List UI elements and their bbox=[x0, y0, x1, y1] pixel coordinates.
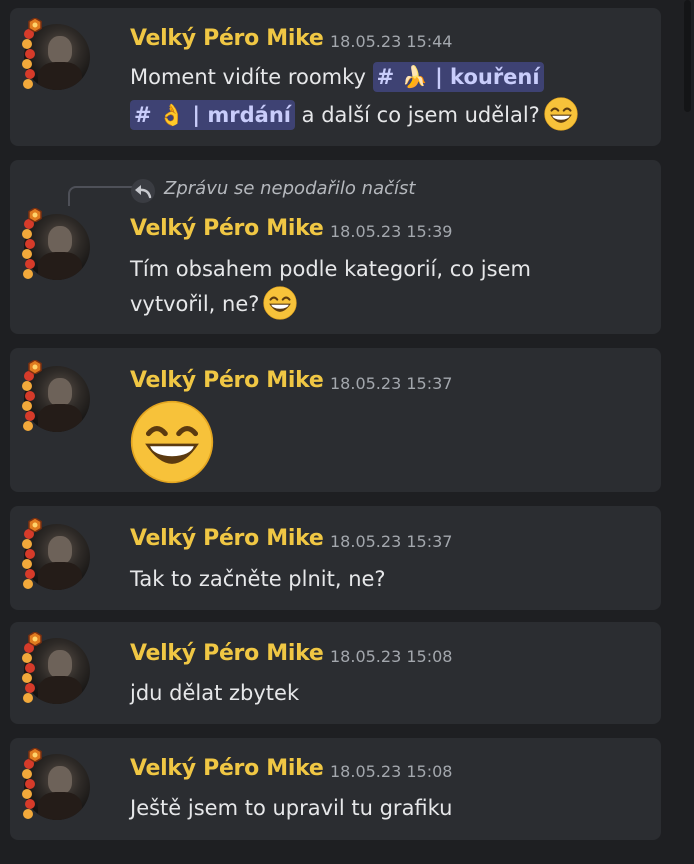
avatar[interactable] bbox=[20, 518, 92, 592]
avatar[interactable] bbox=[20, 18, 92, 92]
message-text: Tak to začněte plnit, ne? bbox=[130, 567, 386, 591]
reply-icon bbox=[131, 179, 155, 203]
badge-icon bbox=[28, 518, 42, 532]
badge-icon bbox=[28, 18, 42, 32]
scrollbar-thumb[interactable] bbox=[684, 0, 691, 112]
channel-mention-mrdani[interactable]: # 👌 | mrdání bbox=[130, 100, 295, 130]
message-text: Moment vidíte roomky # 🍌 | kouření bbox=[130, 60, 544, 94]
grinning-face-icon[interactable] bbox=[263, 286, 298, 320]
badge-icon bbox=[28, 748, 42, 762]
badge-icon bbox=[28, 632, 42, 646]
reply-connector bbox=[68, 186, 132, 206]
timestamp: 18.05.23 15:44 bbox=[330, 32, 453, 51]
avatar[interactable] bbox=[20, 208, 92, 282]
message-text-part: a další co jsem udělal? bbox=[301, 103, 540, 127]
grinning-face-icon[interactable] bbox=[543, 97, 578, 131]
chain-icon bbox=[22, 29, 35, 89]
chain-icon bbox=[22, 371, 35, 431]
chain-icon bbox=[22, 643, 35, 703]
timestamp: 18.05.23 15:37 bbox=[330, 532, 453, 551]
separator: | bbox=[435, 65, 443, 89]
author-name[interactable]: Velký Péro Mike bbox=[130, 368, 324, 393]
chain-icon bbox=[22, 759, 35, 819]
banana-icon: 🍌 bbox=[401, 65, 428, 89]
timestamp: 18.05.23 15:08 bbox=[330, 762, 453, 781]
timestamp: 18.05.23 15:39 bbox=[330, 222, 453, 241]
grinning-face-icon[interactable] bbox=[130, 400, 214, 484]
hash-icon: # bbox=[134, 103, 152, 127]
chain-icon bbox=[22, 529, 35, 589]
message-text: Ještě jsem to upravil tu grafiku bbox=[130, 796, 453, 820]
author-name[interactable]: Velký Péro Mike bbox=[130, 526, 324, 551]
avatar[interactable] bbox=[20, 632, 92, 706]
chain-icon bbox=[22, 219, 35, 279]
avatar[interactable] bbox=[20, 360, 92, 434]
badge-icon bbox=[28, 208, 42, 222]
hash-icon: # bbox=[376, 65, 395, 89]
author-name[interactable]: Velký Péro Mike bbox=[130, 26, 324, 51]
scrollbar-track[interactable] bbox=[680, 0, 694, 864]
message-text: # 👌 | mrdání a další co jsem udělal? bbox=[130, 97, 578, 132]
channel-name: mrdání bbox=[207, 103, 291, 127]
timestamp: 18.05.23 15:08 bbox=[330, 647, 453, 666]
message-text-part: Moment vidíte roomky bbox=[130, 65, 366, 89]
message-5[interactable] bbox=[10, 622, 661, 724]
message-text: Tím obsahem podle kategorií, co jsem bbox=[130, 257, 531, 281]
avatar[interactable] bbox=[20, 748, 92, 822]
message-text: vytvořil, ne? bbox=[130, 286, 298, 321]
author-name[interactable]: Velký Péro Mike bbox=[130, 756, 324, 781]
separator: | bbox=[192, 103, 201, 127]
badge-icon bbox=[28, 360, 42, 374]
timestamp: 18.05.23 15:37 bbox=[330, 374, 453, 393]
message-3[interactable] bbox=[10, 348, 661, 492]
message-text: jdu dělat zbytek bbox=[130, 681, 300, 705]
ok-hand-icon: 👌 bbox=[158, 103, 186, 127]
message-text-part: vytvořil, ne? bbox=[130, 292, 260, 316]
author-name[interactable]: Velký Péro Mike bbox=[130, 216, 324, 241]
channel-name: kouření bbox=[450, 65, 540, 89]
author-name[interactable]: Velký Péro Mike bbox=[130, 641, 324, 666]
channel-mention-koureni[interactable]: # 🍌 | kouření bbox=[372, 62, 544, 92]
reply-failed-text[interactable]: Zprávu se nepodařilo načíst bbox=[164, 178, 415, 199]
chat-messages: Velký Péro Mike 18.05.23 15:44 Moment vi… bbox=[0, 0, 694, 864]
